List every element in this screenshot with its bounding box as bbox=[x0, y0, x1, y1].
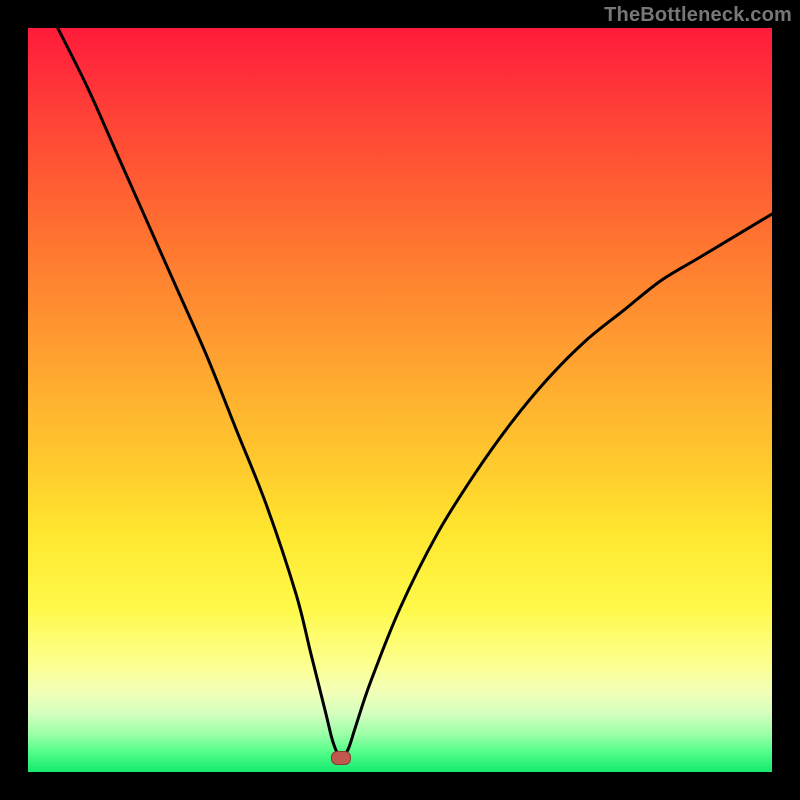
watermark-text: TheBottleneck.com bbox=[604, 4, 792, 27]
outer-frame: TheBottleneck.com bbox=[0, 0, 800, 800]
bottleneck-curve bbox=[28, 28, 772, 772]
optimal-point-marker bbox=[331, 751, 351, 765]
chart-plot-area bbox=[28, 28, 772, 772]
